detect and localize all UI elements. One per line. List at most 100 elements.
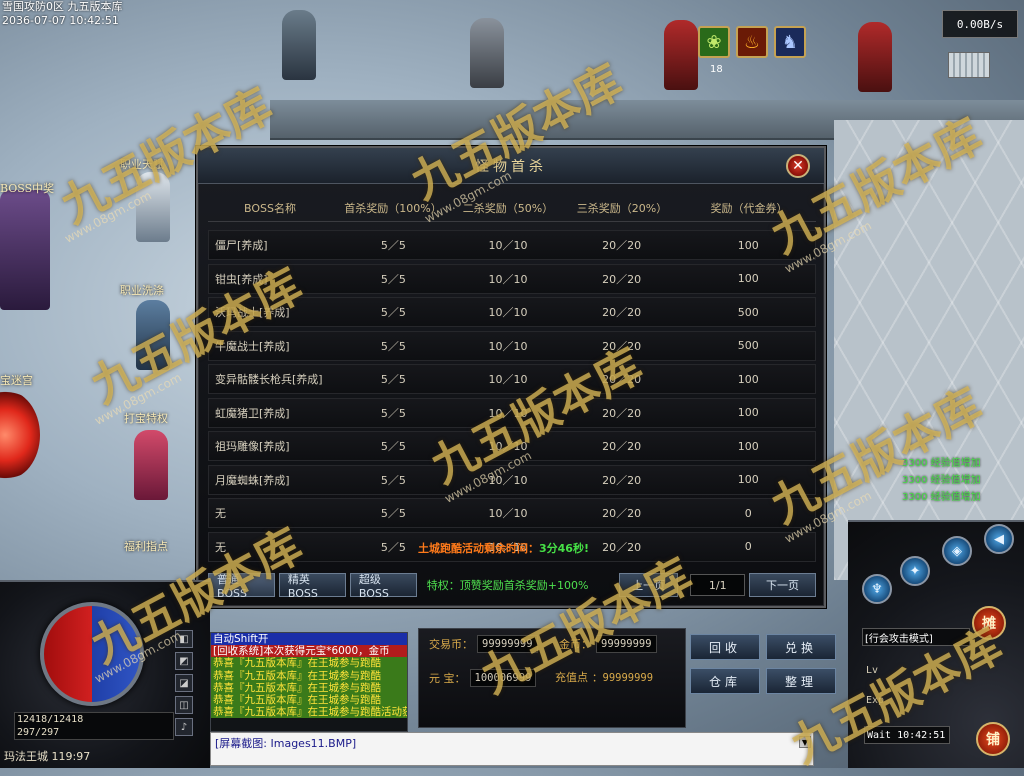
- purple-tower-building: [0, 190, 50, 310]
- col-header-first: 首杀奖励（100%）: [344, 201, 442, 215]
- friend-icon[interactable]: ◫: [175, 696, 193, 714]
- npc-character[interactable]: [136, 300, 170, 370]
- chat-line: [回收系统]本次获得元宝*6000，金币: [211, 645, 407, 658]
- exchange-button[interactable]: 兑换: [766, 634, 836, 660]
- boss-name: 月魔蜘蛛[养成]: [215, 473, 290, 487]
- second-kill: 10／10: [488, 440, 528, 453]
- chat-input[interactable]: [屏幕截图: Images11.BMP] ▼: [210, 732, 814, 766]
- third-kill: 20／20: [602, 507, 642, 520]
- skill-slot-2-icon[interactable]: ✦: [900, 556, 930, 586]
- table-row[interactable]: 变异骷髅长枪兵[养成] 5／5 10／10 20／20 100: [208, 364, 816, 394]
- voucher-reward: 100: [737, 473, 759, 486]
- table-row[interactable]: 僵尸[养成] 5／5 10／10 20／20 100: [208, 230, 816, 260]
- sound-icon[interactable]: ♪: [175, 718, 193, 736]
- trade-value: 99999999: [477, 635, 538, 653]
- voucher-reward: 100: [737, 272, 759, 285]
- npc-character[interactable]: [282, 10, 316, 80]
- npc-label: 打宝特权: [124, 412, 168, 425]
- npc-character[interactable]: [858, 22, 892, 92]
- first-kill: 5／5: [380, 507, 406, 520]
- third-kill: 20／20: [602, 406, 642, 420]
- trade-icon[interactable]: ◧: [175, 630, 193, 648]
- recharge-value: ：99999999: [592, 671, 654, 684]
- wolf-icon[interactable]: ♞: [774, 26, 806, 58]
- chevron-down-icon[interactable]: ▼: [799, 736, 811, 748]
- shop-button[interactable]: 铺: [976, 722, 1010, 756]
- mp-value: 297/297: [17, 727, 60, 738]
- npc-character[interactable]: [134, 430, 168, 500]
- npc-label: BOSS中奖: [0, 182, 55, 195]
- first-kill: 5／5: [380, 339, 406, 353]
- stall-button[interactable]: 摊: [972, 606, 1006, 640]
- tab-super-boss[interactable]: 超级BOSS: [349, 573, 417, 600]
- skill-slot-4-icon[interactable]: ◀: [984, 524, 1014, 554]
- table-row[interactable]: 钳虫[养成] 5／5 10／10 20／20 100: [208, 263, 816, 294]
- chat-line: 恭喜『九五版本库』在王城参与跑酷: [211, 669, 407, 682]
- first-kill: 5／5: [380, 373, 406, 386]
- second-kill: 10／10: [488, 306, 528, 319]
- server-name: 雪国攻防0区 九五版本库: [2, 0, 123, 13]
- gold-value: 99999999: [596, 635, 657, 653]
- countdown-time: 3分46秒!: [539, 542, 589, 555]
- npc-character[interactable]: [664, 20, 698, 90]
- voucher-reward: 500: [737, 305, 759, 319]
- currency-panel: 交易币： 99999999 金币： 99999999 元 宝： 10000699…: [418, 628, 686, 728]
- guild-icon[interactable]: ◩: [175, 652, 193, 670]
- boss-name: 僵尸[养成]: [215, 239, 268, 252]
- third-kill: 20／20: [602, 373, 642, 386]
- npc-label: 职业天赋: [120, 158, 164, 171]
- skill-slot-3-icon[interactable]: ◈: [942, 536, 972, 566]
- boss-name: 钳虫[养成]: [215, 272, 268, 286]
- group-icon[interactable]: ◪: [175, 674, 193, 692]
- page-indicator: 1/1: [690, 574, 746, 596]
- boss-name: 沃玛战士[养成]: [215, 306, 290, 319]
- table-row[interactable]: 祖玛雕像[养成] 5／5 10／10 20／20 100: [208, 431, 816, 461]
- table-row[interactable]: 沃玛战士[养成] 5／5 10／10 20／20 500: [208, 297, 816, 327]
- dialog-header: 怪物首杀 ✕: [198, 148, 824, 184]
- col-header-third: 三杀奖励（20%）: [576, 201, 668, 215]
- voucher-reward: 100: [737, 372, 759, 386]
- table-row[interactable]: 虹魔猪卫[养成] 5／5 10／10 20／20 100: [208, 397, 816, 428]
- third-kill: 20／20: [602, 239, 642, 252]
- chat-log[interactable]: 自动Shift开 [回收系统]本次获得元宝*6000，金币 恭喜『九五版本库』在…: [210, 632, 408, 732]
- table-row[interactable]: 无 5／5 10／10 20／20 0: [208, 498, 816, 528]
- chat-line: 恭喜『九五版本库』在王城参与跑酷活动获得宝物：幸运宝石: [211, 706, 407, 719]
- prev-page-button[interactable]: 上一页: [618, 573, 679, 597]
- npc-character[interactable]: [470, 18, 504, 88]
- next-page-button[interactable]: 下一页: [749, 573, 817, 597]
- npc-label: 宝迷宫: [0, 374, 33, 387]
- leaf-icon[interactable]: ❀: [698, 26, 730, 58]
- privilege-text: 特权：顶赞奖励首杀奖励+100%: [426, 579, 589, 592]
- close-button[interactable]: ✕: [786, 154, 810, 178]
- tab-normal-boss[interactable]: 普通BOSS: [208, 573, 275, 600]
- fire-icon[interactable]: ♨: [736, 26, 768, 58]
- attack-mode[interactable]: [行会攻击模式]: [862, 628, 970, 646]
- exp-messages: 3300 经验值增加 3300 经验值增加 3300 经验值增加: [902, 455, 981, 506]
- buff-icons: ❀ ♨ ♞: [698, 26, 806, 58]
- first-kill: 5／5: [380, 473, 406, 487]
- trade-label: 交易币：: [429, 638, 473, 651]
- tab-elite-boss[interactable]: 精英BOSS: [278, 573, 346, 600]
- boss-name: 变异骷髅长枪兵[养成]: [215, 373, 323, 386]
- third-kill: 20／20: [602, 339, 642, 353]
- table-row[interactable]: 月魔蜘蛛[养成] 5／5 10／10 20／20 100: [208, 464, 816, 495]
- third-kill: 20／20: [602, 306, 642, 319]
- npc-label: 职业洗涤: [120, 284, 164, 297]
- yuanbao-value: 100006999: [469, 669, 537, 687]
- storage-button[interactable]: 仓库: [690, 668, 760, 694]
- npc-character[interactable]: [136, 172, 170, 242]
- skill-slot-1-icon[interactable]: ♆: [862, 574, 892, 604]
- voucher-reward: 0: [744, 540, 752, 553]
- sort-button[interactable]: 整理: [766, 668, 836, 694]
- event-countdown: 土城跑酷活动剩余时间：3分46秒!: [418, 540, 589, 556]
- table-row[interactable]: 牛魔战士[养成] 5／5 10／10 20／20 500: [208, 330, 816, 361]
- chat-line: 恭喜『九五版本库』在王城参与跑酷: [211, 681, 407, 695]
- boss-table: 僵尸[养成] 5／5 10／10 20／20 100 钳虫[养成] 5／5 10…: [208, 230, 816, 565]
- npc-label: 福利指点: [124, 540, 168, 553]
- red-portal[interactable]: [0, 390, 40, 480]
- recycle-button[interactable]: 回收: [690, 634, 760, 660]
- mini-map[interactable]: [948, 52, 990, 78]
- recharge-row: 充值点 ：99999999: [555, 669, 653, 685]
- countdown-label: 土城跑酷活动剩余时间：: [418, 542, 539, 555]
- second-kill: 10／10: [488, 373, 528, 386]
